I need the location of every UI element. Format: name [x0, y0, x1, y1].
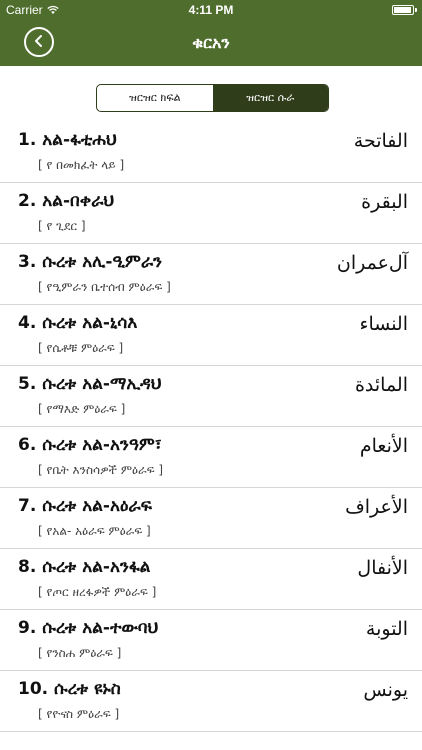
list-item[interactable]: 7. ሱረቱ አል-አዕራፍ الأعراف [ የአል- አዕራፍ ምዕራፍ … [0, 488, 422, 549]
surah-title: 3. ሱረቱ አሊ-ዒምራን [18, 252, 162, 272]
surah-arabic-name: البقرة [361, 191, 408, 213]
list-item[interactable]: 8. ሱረቱ አል-አንፋል الأنفال [ የጦር ዘረፋዎች ምዕራፍ … [0, 549, 422, 610]
surah-title: 9. ሱረቱ አል-ተውባህ [18, 618, 159, 638]
list-item[interactable]: 9. ሱረቱ አል-ተውባህ التوبة [ የንስሐ ምዕራፍ ] [0, 610, 422, 671]
status-bar: Carrier 4:11 PM [0, 0, 422, 20]
segment-surah-list[interactable]: ዝርዝር ሱራ [212, 85, 328, 111]
surah-arabic-name: المائدة [354, 374, 408, 396]
surah-list: 1. አል-ፋቲሐህ الفاتحة [ የ በመክፈት ላይ ] 2. አል-… [0, 122, 422, 732]
surah-title: 5. ሱረቱ አል-ማኢዳህ [18, 374, 162, 394]
surah-arabic-name: التوبة [365, 618, 408, 640]
surah-arabic-name: الأعراف [345, 496, 408, 518]
battery-fill [394, 7, 412, 13]
segment-section-list[interactable]: ዝርዝር ክፍል [97, 85, 213, 111]
surah-arabic-name: آل‌عمران [336, 252, 408, 274]
surah-meaning: [ የማእድ ምዕራፍ ] [38, 402, 126, 416]
surah-title: 2. አል-በቀራህ [18, 191, 115, 211]
surah-meaning: [ የሴቶቹ ምዕራፍ ] [38, 341, 124, 355]
surah-arabic-name: النساء [359, 313, 408, 335]
list-item[interactable]: 1. አል-ፋቲሐህ الفاتحة [ የ በመክፈት ላይ ] [0, 122, 422, 183]
surah-meaning: [ የዮናስ ምዕራፍ ] [38, 707, 120, 721]
list-item[interactable]: 6. ሱረቱ አል-አንዓም፣ الأنعام [ የቤት እንስሳዎች ምዕራ… [0, 427, 422, 488]
surah-meaning: [ የአል- አዕራፍ ምዕራፍ ] [38, 524, 151, 538]
list-item[interactable]: 10. ሱረቱ ዩኑስ يونس [ የዮናስ ምዕራፍ ] [0, 671, 422, 732]
segmented-control: ዝርዝር ክፍል ዝርዝር ሱራ [96, 84, 329, 112]
surah-meaning: [ የ ጊደር ] [38, 219, 86, 233]
surah-arabic-name: الفاتحة [353, 130, 408, 152]
list-item[interactable]: 2. አል-በቀራህ البقرة [ የ ጊደር ] [0, 183, 422, 244]
surah-meaning: [ የዒምራን ቤተሰብ ምዕራፍ ] [38, 280, 171, 294]
nav-bar: ቁርአን [0, 20, 422, 66]
surah-meaning: [ የ በመክፈት ላይ ] [38, 158, 125, 172]
surah-title: 4. ሱረቱ አል-ኒሳእ [18, 313, 138, 333]
surah-arabic-name: الأنعام [359, 435, 408, 457]
surah-arabic-name: يونس [363, 679, 408, 701]
segment-label: ዝርዝር ሱራ [246, 91, 295, 104]
list-item[interactable]: 3. ሱረቱ አሊ-ዒምራን آل‌عمران [ የዒምራን ቤተሰብ ምዕራ… [0, 244, 422, 305]
surah-meaning: [ የቤት እንስሳዎች ምዕራፍ ] [38, 463, 164, 477]
list-item[interactable]: 4. ሱረቱ አል-ኒሳእ النساء [ የሴቶቹ ምዕራፍ ] [0, 305, 422, 366]
surah-title: 6. ሱረቱ አል-አንዓም፣ [18, 435, 162, 455]
list-item[interactable]: 5. ሱረቱ አል-ማኢዳህ المائدة [ የማእድ ምዕራፍ ] [0, 366, 422, 427]
surah-title: 7. ሱረቱ አል-አዕራፍ [18, 496, 152, 516]
surah-title: 8. ሱረቱ አል-አንፋል [18, 557, 151, 577]
surah-title: 1. አል-ፋቲሐህ [18, 130, 117, 150]
surah-title: 10. ሱረቱ ዩኑስ [18, 679, 121, 699]
page-title: ቁርአን [192, 33, 230, 52]
surah-meaning: [ የጦር ዘረፋዎች ምዕራፍ ] [38, 585, 157, 599]
battery-icon [392, 5, 417, 15]
surah-meaning: [ የንስሐ ምዕራፍ ] [38, 646, 122, 660]
status-time: 4:11 PM [188, 3, 234, 17]
surah-arabic-name: الأنفال [357, 557, 408, 579]
segment-label: ዝርዝር ክፍል [128, 91, 181, 104]
